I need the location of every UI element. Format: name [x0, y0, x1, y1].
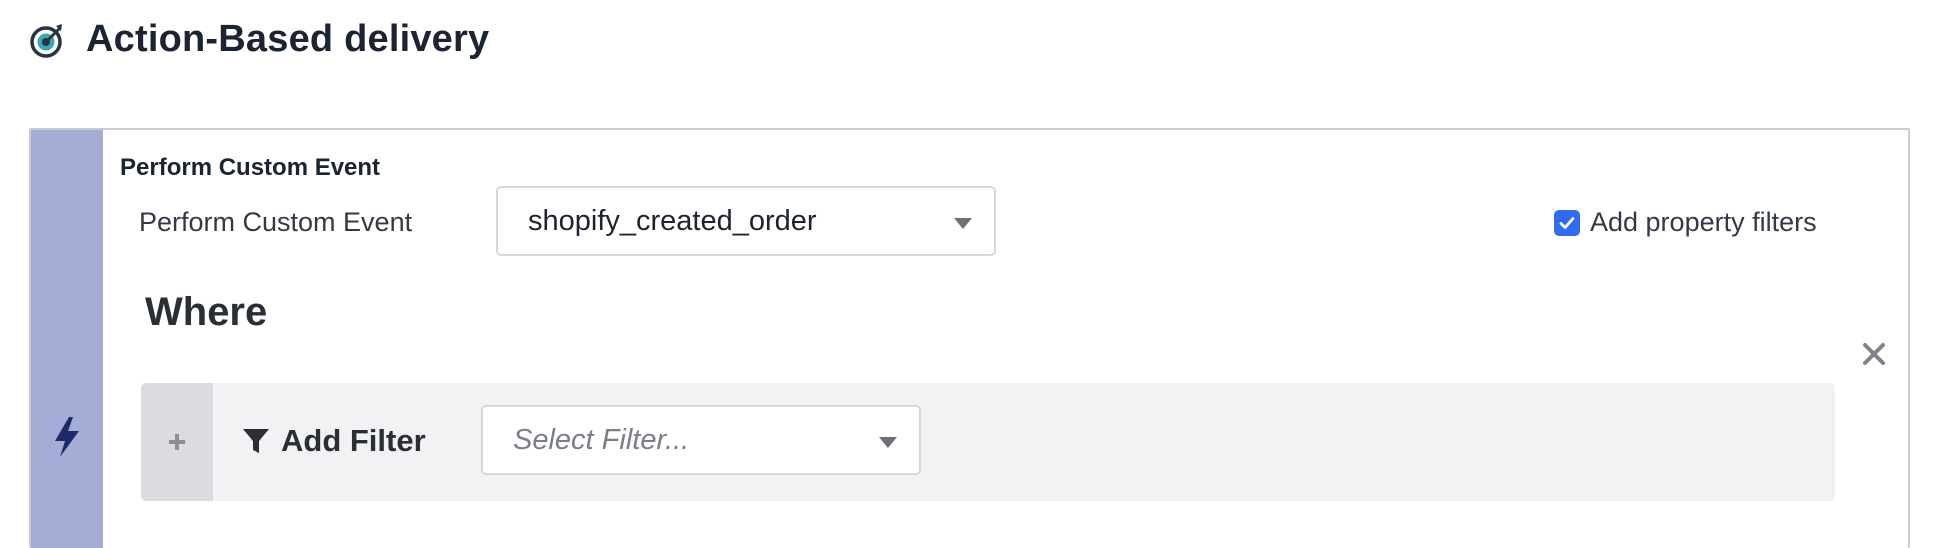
- target-icon: [28, 20, 68, 60]
- property-filters-label: Add property filters: [1590, 207, 1817, 237]
- custom-event-select[interactable]: shopify_created_order: [496, 186, 996, 256]
- page-header: Action-Based delivery: [28, 18, 489, 61]
- select-filter-placeholder: Select Filter...: [513, 423, 690, 456]
- filter-icon: [243, 429, 269, 453]
- add-filter-label-group: Add Filter: [241, 423, 426, 459]
- add-filter-plus-button[interactable]: [141, 383, 213, 501]
- trigger-accent-bar: [31, 130, 103, 548]
- custom-event-value: shopify_created_order: [528, 204, 817, 237]
- event-field-label: Perform Custom Event: [139, 207, 413, 237]
- bolt-icon: [51, 415, 83, 459]
- select-filter-dropdown[interactable]: Select Filter...: [481, 405, 921, 475]
- trigger-card: Perform Custom Event Perform Custom Even…: [29, 128, 1910, 548]
- page-title: Action-Based delivery: [86, 18, 490, 60]
- filter-row: Add Filter Select Filter...: [141, 383, 1835, 501]
- section-label: Perform Custom Event: [120, 154, 381, 181]
- close-icon[interactable]: [1860, 340, 1888, 368]
- chevron-down-icon: [879, 437, 897, 448]
- property-filters-checkbox[interactable]: [1554, 209, 1580, 236]
- add-filter-label: Add Filter: [281, 423, 426, 458]
- chevron-down-icon: [954, 218, 972, 229]
- plus-icon: [169, 434, 185, 450]
- check-icon: [1559, 216, 1575, 229]
- where-heading: Where: [145, 290, 268, 334]
- add-property-filters-toggle[interactable]: Add property filters: [1554, 207, 1817, 238]
